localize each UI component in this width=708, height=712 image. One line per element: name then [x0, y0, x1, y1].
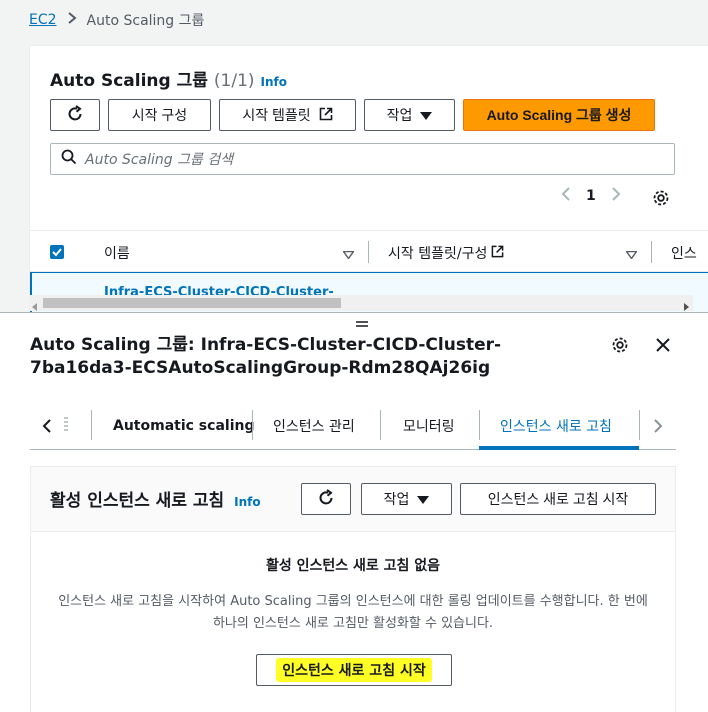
horizontal-scrollbar[interactable]	[29, 295, 693, 311]
resize-handle-icon[interactable]	[355, 316, 369, 332]
page-number[interactable]: 1	[586, 188, 596, 204]
asg-list-panel: Auto Scaling 그룹 (1/1) Info 시작 구성 시작 템플릿 …	[29, 45, 708, 313]
instance-refresh-header: 활성 인스턴스 새로 고침 Info 작업 인스턴스 새로 고침 시작	[31, 467, 675, 532]
chevron-right-icon	[67, 12, 77, 28]
close-icon[interactable]	[655, 337, 671, 357]
sort-caret-icon[interactable]	[625, 247, 638, 263]
actions-dropdown[interactable]: 작업	[364, 99, 455, 131]
split-panel: Auto Scaling 그룹: Infra-ECS-Cluster-CICD-…	[0, 312, 708, 712]
refresh-icon	[66, 104, 84, 126]
asg-count: (1/1)	[213, 71, 255, 91]
caret-down-icon	[417, 491, 430, 507]
select-all-checkbox[interactable]	[50, 245, 64, 263]
launch-template-button[interactable]: 시작 템플릿	[219, 99, 356, 131]
asg-list-title: Auto Scaling 그룹	[50, 71, 208, 91]
split-panel-title: Auto Scaling 그룹: Infra-ECS-Cluster-CICD-…	[30, 335, 502, 378]
tabs-scroll-left-icon[interactable]	[42, 418, 52, 438]
refresh-button[interactable]	[50, 99, 100, 131]
start-instance-refresh-button[interactable]: 인스턴스 새로 고침 시작	[460, 483, 656, 515]
info-link[interactable]: Info	[261, 75, 287, 89]
launch-config-button[interactable]: 시작 구성	[108, 99, 211, 131]
scrollbar-thumb[interactable]	[43, 298, 341, 308]
pagination: 1	[560, 186, 622, 206]
empty-state-description: 인스턴스 새로 고침을 시작하여 Auto Scaling 그룹의 인스턴스에 …	[58, 594, 648, 631]
tab-divider	[252, 410, 253, 440]
active-tab-indicator	[479, 446, 639, 450]
tab-divider	[91, 410, 92, 440]
refresh-icon	[317, 488, 335, 510]
empty-start-instance-refresh-button[interactable]: 인스턴스 새로 고침 시작	[256, 654, 452, 686]
column-instances[interactable]: 인스	[671, 243, 697, 263]
column-launch-template-label: 시작 템플릿/구성	[388, 246, 488, 262]
tab-automatic-scaling[interactable]: Automatic scaling	[113, 402, 254, 449]
empty-state-title: 활성 인스턴스 새로 고침 없음	[265, 558, 441, 574]
tab-monitoring[interactable]: 모니터링	[403, 402, 455, 449]
caret-down-icon	[420, 107, 433, 123]
external-link-icon	[319, 107, 333, 124]
actions-label: 작업	[383, 491, 410, 507]
empty-start-button-label: 인스턴스 새로 고침 시작	[276, 658, 432, 682]
search-input[interactable]: Auto Scaling 그룹 검색	[50, 143, 675, 175]
tab-bar: Automatic scaling 인스턴스 관리 모니터링 인스턴스 새로 고…	[30, 402, 676, 450]
instance-refresh-title: 활성 인스턴스 새로 고침	[50, 491, 225, 511]
page-title: Auto Scaling 그룹 (1/1) Info	[50, 66, 287, 91]
column-name[interactable]: 이름	[104, 243, 130, 263]
launch-template-label: 시작 템플릿	[242, 107, 311, 123]
refresh-button[interactable]	[301, 483, 351, 515]
split-settings-gear-icon[interactable]	[611, 336, 629, 358]
tabs-scroll-right-icon[interactable]	[653, 418, 663, 438]
column-launch-template[interactable]: 시작 템플릿/구성	[388, 243, 504, 263]
breadcrumb-current: Auto Scaling 그룹	[86, 13, 205, 29]
truncated-tab-icon	[63, 416, 69, 438]
tab-instance-refresh[interactable]: 인스턴스 새로 고침	[500, 402, 612, 449]
tab-divider	[380, 410, 381, 440]
actions-dropdown[interactable]: 작업	[361, 483, 452, 515]
instance-refresh-panel: 활성 인스턴스 새로 고침 Info 작업 인스턴스 새로 고침 시작 활성 인…	[30, 466, 676, 712]
settings-gear-icon[interactable]	[652, 189, 670, 211]
tab-divider	[479, 410, 480, 440]
tab-divider	[639, 410, 640, 440]
create-asg-button[interactable]: Auto Scaling 그룹 생성	[463, 99, 655, 131]
column-divider[interactable]	[651, 241, 652, 263]
instance-refresh-title-group: 활성 인스턴스 새로 고침 Info	[50, 486, 261, 511]
search-placeholder: Auto Scaling 그룹 검색	[85, 152, 234, 168]
table-header: 이름 시작 템플릿/구성 인스	[30, 230, 708, 272]
tab-instance-management[interactable]: 인스턴스 관리	[273, 402, 355, 449]
next-page-icon[interactable]	[610, 186, 622, 206]
breadcrumb: EC2 Auto Scaling 그룹	[29, 10, 204, 30]
search-icon	[61, 149, 77, 169]
prev-page-icon[interactable]	[560, 186, 572, 206]
sort-caret-icon[interactable]	[342, 247, 355, 263]
column-divider[interactable]	[368, 241, 369, 263]
external-link-icon	[491, 245, 504, 262]
info-link[interactable]: Info	[234, 495, 260, 509]
actions-label: 작업	[386, 107, 413, 123]
breadcrumb-ec2-link[interactable]: EC2	[29, 12, 57, 28]
